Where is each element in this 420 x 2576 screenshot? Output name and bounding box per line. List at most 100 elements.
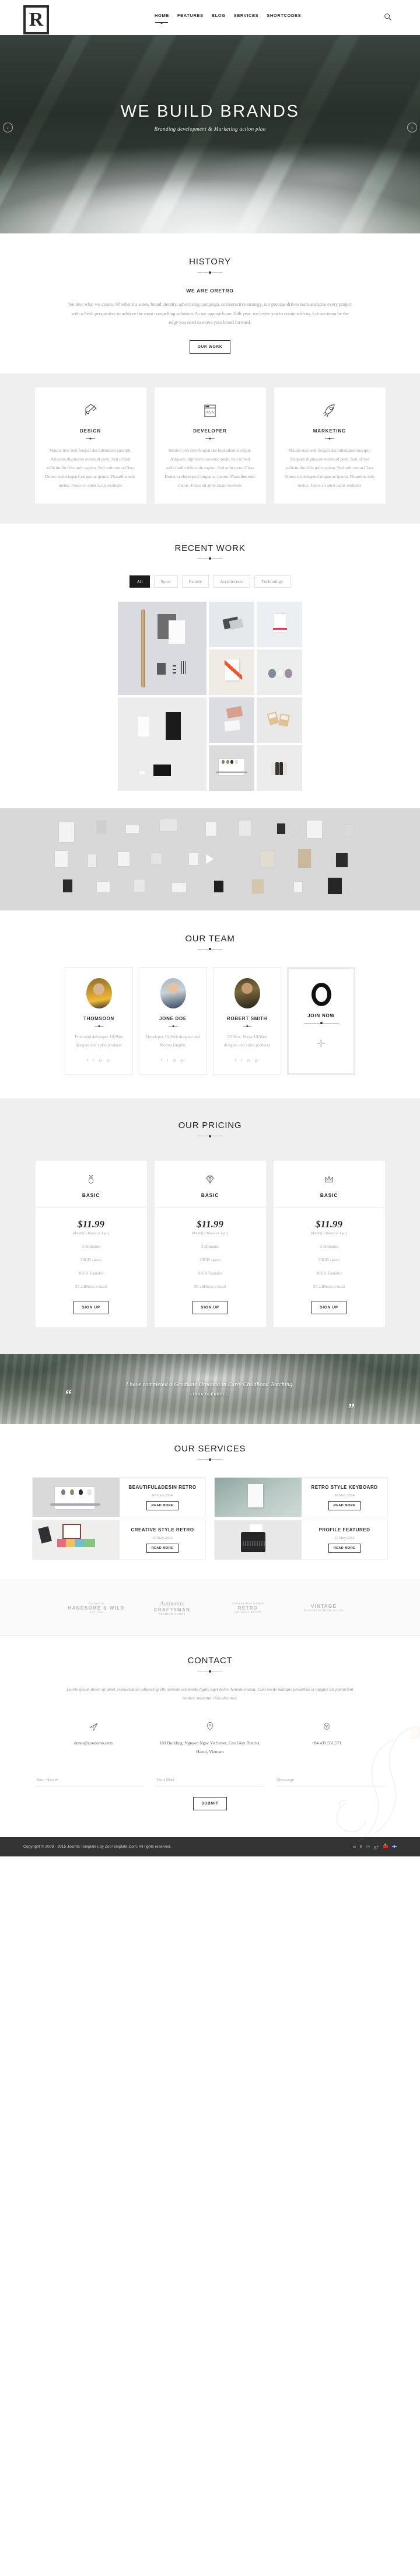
linkedin-icon[interactable]: in: [247, 1058, 250, 1063]
facebook-icon[interactable]: f: [87, 1058, 88, 1063]
avatar: [234, 978, 260, 1008]
laptop-bulbs-image: [33, 1478, 120, 1517]
nav-item-services[interactable]: SERVICES: [234, 13, 259, 23]
brand-line-2: RETRO: [237, 1605, 258, 1611]
nav-item-blog[interactable]: BLOG: [212, 13, 226, 23]
brand-line-2: VINTAGE: [310, 1604, 337, 1610]
history-section: HISTORY WE ARE ORETRO We love what we cr…: [0, 233, 420, 374]
read-more-button[interactable]: READ MORE: [146, 1500, 179, 1510]
linkedin-icon[interactable]: in: [173, 1058, 176, 1063]
twitter-icon[interactable]: t: [167, 1058, 168, 1063]
team-member-name: THOMSOON: [83, 1015, 114, 1021]
facebook-icon[interactable]: f: [360, 1844, 362, 1849]
google-plus-icon[interactable]: g+: [255, 1058, 259, 1063]
team-member-name: JONE DOE: [159, 1015, 187, 1021]
team-member-role: Developer, UI/Web designer and Motion Gr…: [146, 1034, 200, 1048]
twitter-icon[interactable]: t: [93, 1058, 94, 1063]
brand-logo[interactable]: VINTAGE HANDMADE MADE GOODS: [295, 1596, 353, 1620]
circle-logo-icon: [311, 982, 331, 1006]
email-input[interactable]: [155, 1774, 265, 1786]
contact-title: CONTACT: [187, 1656, 233, 1666]
video-section[interactable]: [0, 808, 420, 910]
portfolio-tile[interactable]: [209, 601, 254, 647]
twitter-icon[interactable]: t: [241, 1058, 242, 1063]
filter-sport[interactable]: Sport: [153, 575, 178, 588]
team-title: OUR TEAM: [185, 933, 235, 944]
submit-button[interactable]: SUBMIT: [193, 1796, 227, 1810]
hero-prev-arrow[interactable]: ‹: [3, 123, 13, 132]
service-card[interactable]: CREATIVE STYLE RETRO 30 May 2014 READ MO…: [32, 1520, 206, 1561]
portfolio-tile[interactable]: [118, 697, 206, 791]
facebook-icon[interactable]: f: [235, 1058, 236, 1063]
brand-logo[interactable]: Authentic CRAFTSMAN PREMIUM GOODS: [143, 1596, 201, 1620]
read-more-button[interactable]: READ MORE: [328, 1500, 361, 1510]
plan-name: BASIC: [320, 1192, 338, 1199]
filter-family[interactable]: Family: [181, 575, 209, 588]
play-icon[interactable]: [206, 854, 214, 864]
search-icon[interactable]: [384, 13, 392, 21]
google-plus-icon[interactable]: g+: [181, 1058, 185, 1063]
portfolio-tile[interactable]: [209, 745, 254, 791]
sign-up-button[interactable]: SIGN UP: [192, 1301, 228, 1315]
portfolio-tile[interactable]: [209, 649, 254, 695]
testimonial-author: LINDA GLENDELL,: [190, 1393, 230, 1397]
uk-flag-icon[interactable]: [392, 1845, 397, 1849]
portfolio-tile[interactable]: [257, 601, 302, 647]
sign-up-button[interactable]: SIGN UP: [74, 1301, 108, 1315]
typewriter-image: [215, 1520, 302, 1560]
brand-logo[interactable]: Top Quality HANDSOME & WILD EST 1954: [67, 1596, 125, 1620]
linkedin-icon[interactable]: in: [99, 1058, 102, 1063]
our-work-button[interactable]: OUR WORK: [189, 340, 231, 354]
twitter-icon[interactable]: w: [353, 1844, 356, 1849]
filter-technology[interactable]: Technology: [254, 575, 290, 588]
portfolio-tile[interactable]: [257, 697, 302, 743]
nav-item-features[interactable]: FEATURES: [177, 13, 204, 23]
features-section: DESIGN Mauris non sem feugiat dui bibend…: [0, 373, 420, 523]
google-plus-icon[interactable]: g+: [374, 1844, 379, 1849]
contact-info-row: demo@zoodemo.com 169 Building, Nguyen Ng…: [35, 1720, 385, 1756]
vietnam-flag-icon[interactable]: [383, 1843, 388, 1849]
brand-line-3: EST 1954: [89, 1610, 103, 1614]
message-input[interactable]: [275, 1774, 385, 1786]
portfolio-tile[interactable]: [209, 697, 254, 743]
brand-line-3: ORIGINAL RECIPE: [234, 1610, 262, 1614]
service-date: 30 May 2014: [152, 1535, 173, 1540]
brand-logo[interactable]: Gourmet Slow Cooked RETRO ORIGINAL RECIP…: [219, 1596, 277, 1620]
contact-email[interactable]: demo@zoodemo.com: [35, 1739, 152, 1747]
team-card: THOMSOON Front-end developer, UI/Web des…: [65, 966, 133, 1076]
diamond-icon: [155, 1172, 266, 1186]
filter-all[interactable]: All: [130, 575, 150, 588]
contact-form: [35, 1774, 385, 1786]
service-card[interactable]: BEAUTIFUL&DESIN RETRO 09 June 2014 READ …: [32, 1477, 206, 1518]
quote-open-icon: “: [65, 1387, 72, 1402]
history-body: We love what we create. Whether it's a n…: [68, 302, 352, 326]
plus-icon[interactable]: ✛: [317, 1039, 325, 1049]
sign-up-button[interactable]: SIGN UP: [312, 1301, 346, 1315]
join-now-card[interactable]: JOIN NOW ✛: [287, 966, 355, 1076]
portfolio-tile[interactable]: [118, 601, 206, 695]
feature-text: Mauris non sem feugiat dui bibendum susc…: [164, 447, 256, 488]
section-divider: [197, 948, 223, 950]
pinterest-icon[interactable]: ☉: [366, 1844, 370, 1849]
quote-close-icon: ”: [348, 1401, 355, 1416]
page-root: R HOME FEATURES BLOG SERVICES SHORTCODES…: [0, 0, 420, 1856]
service-card[interactable]: PROFILE FEATURED 11 May 2014 READ MORE: [214, 1520, 388, 1561]
footer-socials: w f ☉ g+: [353, 1843, 397, 1849]
google-plus-icon[interactable]: g+: [107, 1058, 111, 1063]
filter-architecture[interactable]: Architecture: [213, 575, 251, 588]
service-date: 11 May 2014: [334, 1535, 355, 1540]
name-input[interactable]: [35, 1774, 145, 1786]
hero-next-arrow[interactable]: ›: [407, 123, 417, 132]
portfolio-tile[interactable]: [257, 649, 302, 695]
nav-item-shortcodes[interactable]: SHORTCODES: [267, 13, 301, 23]
site-logo[interactable]: R: [23, 5, 49, 34]
nav-item-home[interactable]: HOME: [155, 13, 169, 23]
team-card: JONE DOE Developer, UI/Web designer and …: [139, 966, 207, 1076]
service-card[interactable]: RETRO STYLE KEYBOARD 30 May 2014 READ MO…: [214, 1477, 388, 1518]
facebook-icon[interactable]: f: [161, 1058, 162, 1063]
contact-phone[interactable]: +84 435.551.571: [268, 1739, 385, 1747]
section-divider: [197, 1459, 223, 1460]
read-more-button[interactable]: READ MORE: [146, 1543, 179, 1553]
read-more-button[interactable]: READ MORE: [328, 1543, 361, 1553]
portfolio-tile[interactable]: [257, 745, 302, 791]
